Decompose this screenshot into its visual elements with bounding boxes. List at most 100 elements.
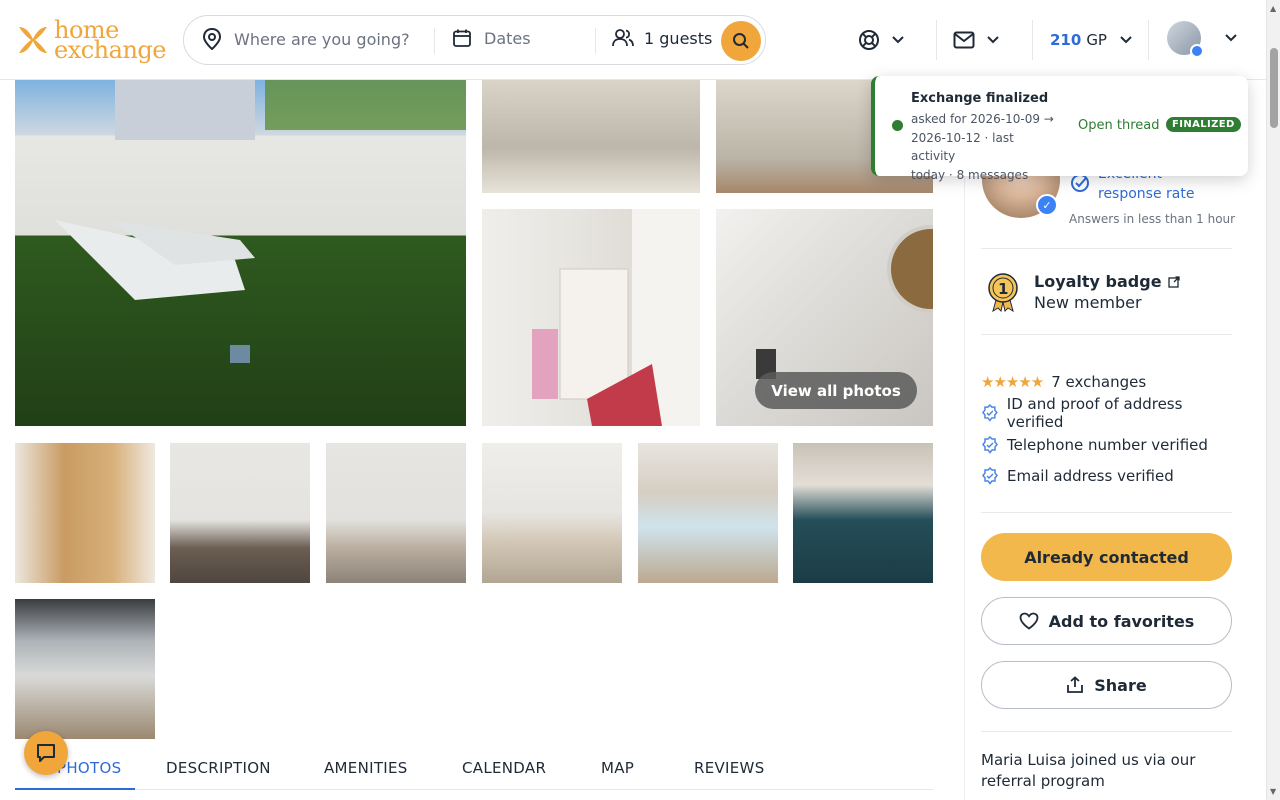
referral-note: Maria Luisa joined us via our referral p… <box>981 751 1196 790</box>
mail-icon <box>953 31 975 49</box>
favorites-label: Add to favorites <box>1048 611 1195 631</box>
guest-points-value: 210 <box>1050 31 1082 49</box>
lifebuoy-icon <box>859 30 879 50</box>
toast-line: asked for 2026-10-09 → <box>911 112 1054 126</box>
guests-field[interactable]: 1 guests <box>612 28 712 48</box>
already-contacted-button[interactable]: Already contacted <box>981 533 1232 581</box>
host-verifications: ★★★★★ 7 exchanges ID and proof of addres… <box>981 366 1241 492</box>
verified-badge-icon <box>1190 44 1204 58</box>
destination-field[interactable]: Where are you going? <box>202 28 410 50</box>
guest-points-unit: GP <box>1086 31 1107 49</box>
rating-stars-icon: ★★★★★ <box>981 372 1044 391</box>
header-divider <box>1032 20 1033 60</box>
exchanges-row: ★★★★★ 7 exchanges <box>981 366 1241 398</box>
search-icon <box>733 33 749 49</box>
verification-item: ID and proof of address verified <box>981 395 1241 432</box>
tab-calendar[interactable]: CALENDAR <box>462 759 546 777</box>
dates-field[interactable]: Dates <box>452 28 531 48</box>
view-all-photos-button[interactable]: View all photos <box>755 372 917 409</box>
tab-photos[interactable]: PHOTOS <box>57 759 121 777</box>
section-divider <box>981 731 1232 732</box>
location-pin-icon <box>202 28 222 50</box>
photo-thumb-bed[interactable] <box>638 443 778 583</box>
response-time: Answers in less than 1 hour <box>1069 212 1236 226</box>
loyalty-level: 1 <box>998 280 1009 298</box>
tab-map[interactable]: MAP <box>601 759 634 777</box>
messages-menu[interactable] <box>953 24 999 56</box>
scroll-up-arrow-icon[interactable]: ▲ <box>1270 4 1276 13</box>
add-to-favorites-button[interactable]: Add to favorites <box>981 597 1232 645</box>
listing-tabs: PHOTOS DESCRIPTION AMENITIES CALENDAR MA… <box>15 748 933 790</box>
tab-description[interactable]: DESCRIPTION <box>166 759 271 777</box>
section-divider <box>981 512 1232 513</box>
search-button[interactable] <box>721 21 761 61</box>
tab-amenities[interactable]: AMENITIES <box>324 759 408 777</box>
share-icon <box>1067 676 1084 693</box>
loyalty-badge-link[interactable]: Loyalty badge <box>1034 272 1180 291</box>
verified-check-icon: ✓ <box>1036 194 1058 216</box>
photo-thumb-terrace[interactable] <box>15 599 155 739</box>
top-header: home exchange Where are you going? Dates <box>0 0 1266 80</box>
photo-thumb-living-room[interactable] <box>170 443 310 583</box>
toast-line: 2026-10-12 · last activity <box>911 130 1014 164</box>
share-label: Share <box>1094 675 1147 695</box>
loyalty-title: Loyalty badge <box>1034 272 1162 291</box>
status-badge: FINALIZED <box>1166 117 1241 132</box>
chat-button[interactable] <box>24 731 68 775</box>
logo-wordmark: home exchange <box>54 18 166 64</box>
profile-menu[interactable] <box>1167 21 1237 58</box>
photo-thumb-lounge[interactable] <box>482 443 622 583</box>
status-dot-icon <box>892 120 903 131</box>
calendar-icon <box>453 29 471 47</box>
sidebar-divider <box>964 80 965 800</box>
search-bar: Where are you going? Dates 1 guests <box>183 15 766 65</box>
kids-room-illustration <box>532 209 700 426</box>
loyalty-status: New member <box>1034 293 1142 312</box>
verification-label: Email address verified <box>1007 467 1174 486</box>
chevron-down-icon <box>1120 36 1132 44</box>
chevron-down-icon <box>1225 34 1237 42</box>
open-thread-link[interactable]: Open thread <box>1078 118 1159 133</box>
toast-body: asked for 2026-10-09 → 2026-10-12 · last… <box>911 110 1061 184</box>
destination-input[interactable]: Where are you going? <box>234 30 410 49</box>
logo-mark-icon <box>19 27 47 53</box>
exchanges-count: 7 exchanges <box>1051 372 1147 391</box>
section-divider <box>981 248 1232 249</box>
verification-item: Telephone number verified <box>981 429 1241 461</box>
photo-bedroom-1[interactable] <box>482 80 700 193</box>
verification-label: ID and proof of address verified <box>1006 395 1183 432</box>
active-tab-indicator <box>15 788 135 790</box>
share-button[interactable]: Share <box>981 661 1232 709</box>
page-scrollbar[interactable]: ▲ ▼ <box>1266 0 1280 800</box>
search-divider <box>595 28 596 54</box>
search-divider <box>434 28 435 54</box>
photo-thumb-sauna[interactable] <box>15 443 155 583</box>
guest-points-menu[interactable]: 210 GP <box>1050 24 1132 56</box>
guests-icon <box>612 29 634 47</box>
tab-reviews[interactable]: REVIEWS <box>694 759 765 777</box>
chevron-down-icon <box>892 36 904 44</box>
external-link-icon <box>1167 275 1180 288</box>
home-exchange-logo[interactable]: home exchange <box>16 17 168 63</box>
verified-check-icon <box>982 435 998 454</box>
photo-garden[interactable] <box>15 80 466 426</box>
photo-thumb-living-room-2[interactable] <box>326 443 466 583</box>
header-divider <box>936 20 937 60</box>
logo-line-2: exchange <box>54 36 166 64</box>
verified-check-icon <box>982 404 998 422</box>
heart-icon <box>1019 612 1039 630</box>
scroll-down-arrow-icon[interactable]: ▼ <box>1270 787 1276 796</box>
toast-title: Exchange finalized <box>911 91 1049 106</box>
badge-check-icon <box>1071 174 1089 192</box>
guests-value: 1 guests <box>644 28 713 48</box>
photo-kids-room[interactable] <box>482 209 700 426</box>
verification-label: Telephone number verified <box>1007 435 1208 454</box>
toast-line: today · 8 messages <box>911 167 1029 182</box>
help-menu[interactable] <box>858 24 904 56</box>
verified-check-icon <box>982 467 998 485</box>
exchange-finalized-toast: Exchange finalized asked for 2026-10-09 … <box>871 76 1248 182</box>
photo-thumb-pool[interactable] <box>793 443 933 583</box>
dates-input[interactable]: Dates <box>484 29 531 48</box>
verification-item: Email address verified <box>981 461 1241 493</box>
scrollbar-thumb[interactable] <box>1270 48 1278 128</box>
